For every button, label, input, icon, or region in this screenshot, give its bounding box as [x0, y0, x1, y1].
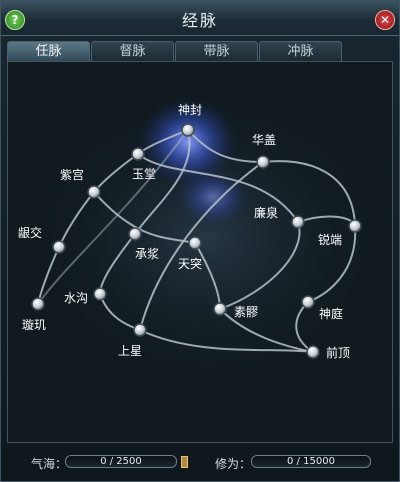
- node-xuanji[interactable]: 璇玑: [22, 297, 46, 332]
- node-qianding[interactable]: 前顶: [306, 345, 350, 360]
- node-label-zigong: 紫宫: [60, 167, 84, 182]
- tab-bar: 任脉 督脉 带脉 冲脉: [7, 41, 395, 61]
- node-label-chengjiang: 承浆: [135, 246, 159, 261]
- tab-daimai[interactable]: 带脉: [175, 41, 258, 61]
- close-button[interactable]: ✕: [375, 10, 395, 30]
- qihai-bar: 0 / 2500: [65, 455, 177, 468]
- stats-bar: 气海： 0 / 2500 修为： 0 / 15000: [1, 447, 399, 481]
- node-label-huagai: 华盖: [252, 133, 276, 147]
- node-label-lianquan: 廉泉: [254, 205, 278, 220]
- tab-chongmai[interactable]: 冲脉: [259, 41, 342, 61]
- node-label-yinjiao: 龈交: [18, 225, 42, 240]
- qihai-label: 气海：: [31, 457, 68, 471]
- node-label-yutang: 玉堂: [132, 167, 156, 181]
- node-label-suliao: 素髎: [234, 305, 258, 319]
- meridian-window: ? 经脉 ✕ 任脉 督脉 带脉 冲脉 神封 玉堂 华盖 紫宫 廉泉 锐端 龈交 …: [0, 0, 400, 482]
- tab-renmai[interactable]: 任脉: [7, 41, 90, 61]
- title-bar[interactable]: ? 经脉 ✕: [1, 1, 399, 36]
- node-label-tiantu: 天突: [178, 256, 202, 271]
- node-label-shenting: 神庭: [319, 306, 343, 321]
- node-label-shenfeng: 神封: [178, 103, 202, 117]
- node-label-xuanji: 璇玑: [22, 317, 46, 332]
- qihai-item-icon[interactable]: [181, 456, 188, 468]
- node-label-shuigou: 水沟: [64, 291, 88, 305]
- node-label-ruiduan: 锐端: [318, 233, 342, 247]
- meridian-map: 神封 玉堂 华盖 紫宫 廉泉 锐端 龈交 承浆 天突 水沟 璇玑 素髎 神庭 上…: [18, 97, 378, 392]
- node-label-shangxing: 上星: [118, 344, 142, 358]
- node-label-qianding: 前顶: [326, 345, 350, 360]
- tab-dumai[interactable]: 督脉: [91, 41, 174, 61]
- xiuwei-label: 修为：: [215, 457, 252, 471]
- xiuwei-bar: 0 / 15000: [251, 455, 371, 468]
- meridian-map-panel: 神封 玉堂 华盖 紫宫 廉泉 锐端 龈交 承浆 天突 水沟 璇玑 素髎 神庭 上…: [7, 61, 393, 443]
- window-title: 经脉: [181, 11, 218, 30]
